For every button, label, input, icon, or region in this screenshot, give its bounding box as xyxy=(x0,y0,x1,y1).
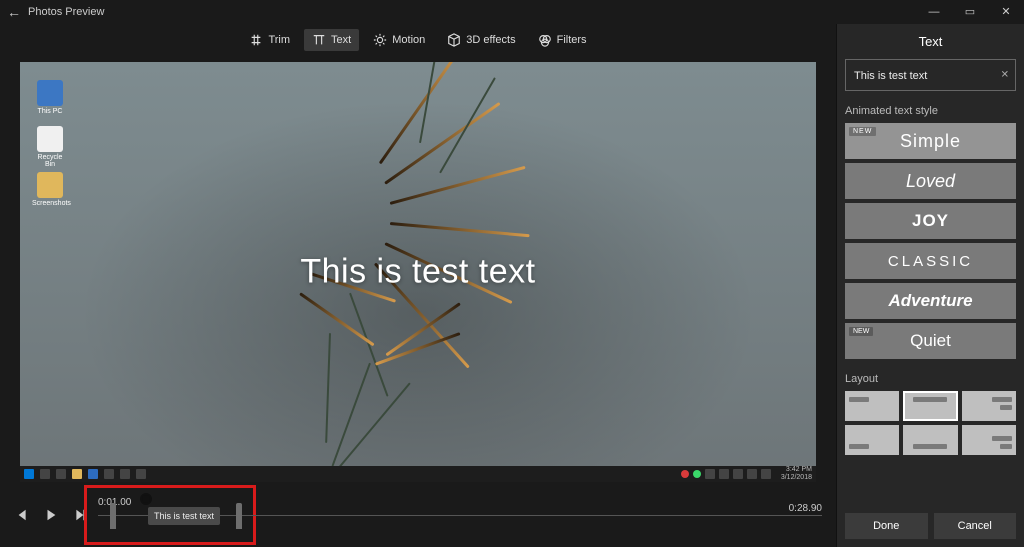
style-simple[interactable]: NEW Simple xyxy=(845,123,1016,159)
timeline-text-clip[interactable]: This is test text xyxy=(148,507,220,525)
style-quiet[interactable]: NEW Quiet xyxy=(845,323,1016,359)
video-preview[interactable]: This PC Recycle Bin Screenshots xyxy=(20,62,816,482)
desktop-icon-label: Screenshots xyxy=(32,200,68,207)
app-title: Photos Preview xyxy=(28,6,104,18)
tool-3d-effects[interactable]: 3D effects xyxy=(439,29,523,51)
tool-filters[interactable]: Filters xyxy=(530,29,595,51)
style-label: JOY xyxy=(912,211,949,231)
style-label: Simple xyxy=(900,131,961,152)
style-joy[interactable]: JOY xyxy=(845,203,1016,239)
desktop-icon-label: Recycle Bin xyxy=(32,154,68,168)
new-badge: NEW xyxy=(849,127,876,136)
filters-icon xyxy=(538,33,552,47)
done-button[interactable]: Done xyxy=(845,513,928,539)
style-label: Loved xyxy=(906,171,955,192)
tool-label: 3D effects xyxy=(466,34,515,46)
timeline-duration: 0:28.90 xyxy=(789,503,822,514)
tool-text[interactable]: Text xyxy=(304,29,359,51)
style-label: Quiet xyxy=(910,331,951,351)
taskbar-app-icon xyxy=(136,469,146,479)
trim-icon xyxy=(249,33,263,47)
desktop-icon-this-pc: This PC xyxy=(32,80,68,115)
taskbar-date: 3/12/2018 xyxy=(781,474,812,482)
taskbar-clock: 3:42 PM 3/12/2018 xyxy=(781,466,812,482)
style-adventure[interactable]: Adventure xyxy=(845,283,1016,319)
text-icon xyxy=(312,33,326,47)
tray-icon xyxy=(733,469,743,479)
timeline[interactable]: 0:01.00 0:28.90 This is test text xyxy=(98,495,822,535)
layout-option-top-left[interactable] xyxy=(845,391,899,421)
text-input-wrap: ✕ xyxy=(845,59,1016,91)
clip-handle-right[interactable] xyxy=(236,503,242,529)
title-bar: ← Photos Preview — ▭ ✕ xyxy=(0,0,1024,24)
cancel-button[interactable]: Cancel xyxy=(934,513,1017,539)
layout-option-bottom-center[interactable] xyxy=(903,425,957,455)
taskbar-app-icon xyxy=(72,469,82,479)
layout-option-bottom-left[interactable] xyxy=(845,425,899,455)
taskbar-time: 3:42 PM xyxy=(781,466,812,474)
clip-handle-left[interactable] xyxy=(110,503,116,529)
layout-grid xyxy=(845,391,1016,455)
motion-icon xyxy=(373,33,387,47)
tray-icon xyxy=(747,469,757,479)
timeline-playhead[interactable] xyxy=(140,493,152,505)
taskbar-search-icon xyxy=(40,469,50,479)
taskbar-start-icon xyxy=(24,469,34,479)
tray-icon xyxy=(719,469,729,479)
desktop-icon-recycle-bin: Recycle Bin xyxy=(32,126,68,168)
section-label-style: Animated text style xyxy=(845,105,1016,117)
style-list: NEW Simple Loved JOY CLASSIC Adventure N… xyxy=(845,123,1016,359)
desktop-icon-label: This PC xyxy=(32,108,68,115)
taskbar-taskview-icon xyxy=(56,469,66,479)
desktop-icon-folder: Screenshots xyxy=(32,172,68,207)
section-label-layout: Layout xyxy=(845,373,1016,385)
tool-row: Trim Text Motion 3D effects Filters xyxy=(0,26,836,54)
tool-label: Filters xyxy=(557,34,587,46)
tool-motion[interactable]: Motion xyxy=(365,29,433,51)
tray-status-icon xyxy=(681,470,689,478)
tool-trim[interactable]: Trim xyxy=(241,29,298,51)
layout-option-top-right[interactable] xyxy=(962,391,1016,421)
layout-option-bottom-right[interactable] xyxy=(962,425,1016,455)
tool-label: Trim xyxy=(268,34,290,46)
window-controls: — ▭ ✕ xyxy=(916,0,1024,24)
tool-label: Text xyxy=(331,34,351,46)
style-label: CLASSIC xyxy=(888,253,973,270)
taskbar-app-icon xyxy=(120,469,130,479)
clear-text-button[interactable]: ✕ xyxy=(1001,70,1009,81)
tool-label: Motion xyxy=(392,34,425,46)
tray-icon xyxy=(761,469,771,479)
panel-title: Text xyxy=(845,34,1016,49)
layout-option-top-center[interactable] xyxy=(903,391,957,421)
style-classic[interactable]: CLASSIC xyxy=(845,243,1016,279)
back-button[interactable]: ← xyxy=(0,4,28,20)
panel-buttons: Done Cancel xyxy=(845,503,1016,539)
style-loved[interactable]: Loved xyxy=(845,163,1016,199)
play-button[interactable] xyxy=(42,506,60,524)
effects-icon xyxy=(447,33,461,47)
close-button[interactable]: ✕ xyxy=(988,0,1024,24)
text-input[interactable] xyxy=(854,70,993,82)
style-label: Adventure xyxy=(888,291,972,311)
timeline-clip-label: This is test text xyxy=(154,511,214,521)
tray-icon xyxy=(705,469,715,479)
minimize-button[interactable]: — xyxy=(916,0,952,24)
prev-frame-button[interactable] xyxy=(14,506,32,524)
timeline-row: 0:01.00 0:28.90 This is test text xyxy=(0,483,836,547)
next-frame-button[interactable] xyxy=(70,506,88,524)
maximize-button[interactable]: ▭ xyxy=(952,0,988,24)
text-panel: Text ✕ Animated text style NEW Simple Lo… xyxy=(836,24,1024,547)
tray-status-icon xyxy=(693,470,701,478)
new-badge: NEW xyxy=(849,327,873,336)
overlay-text: This is test text xyxy=(300,252,535,291)
taskbar-app-icon xyxy=(104,469,114,479)
preview-taskbar: 3:42 PM 3/12/2018 xyxy=(20,466,816,482)
taskbar-app-icon xyxy=(88,469,98,479)
